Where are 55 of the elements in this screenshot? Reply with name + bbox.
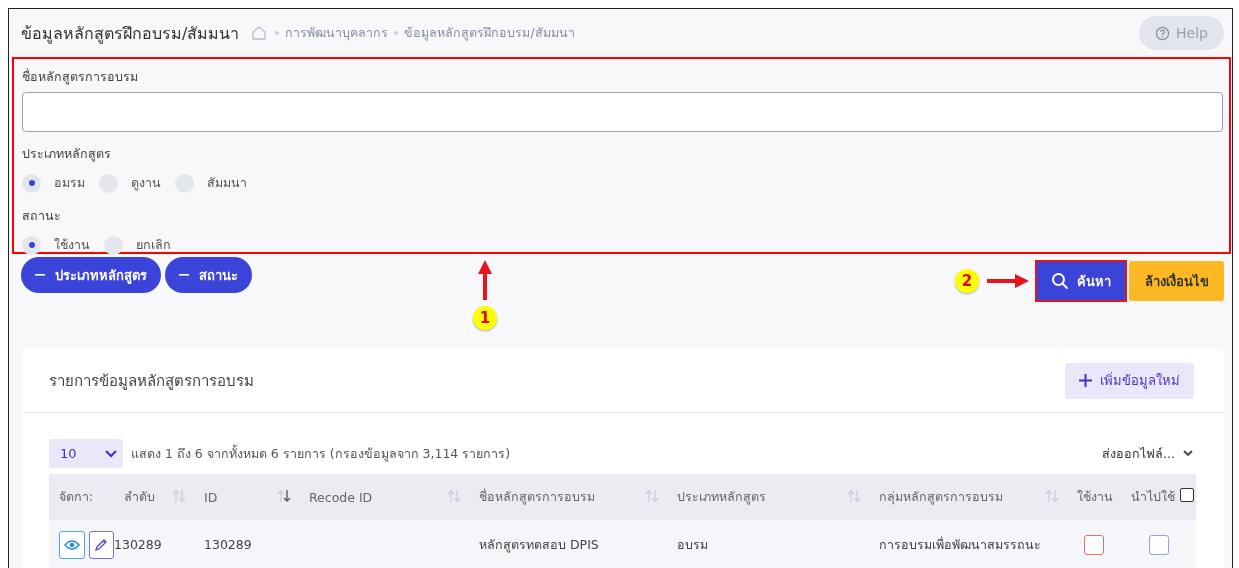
table-cell: อบรม <box>667 520 869 568</box>
edit-button[interactable] <box>88 530 114 559</box>
column-header: จัดกา: <box>49 474 114 520</box>
select-all-checkbox[interactable] <box>1180 488 1194 502</box>
chevron-down-icon <box>1183 450 1193 457</box>
column-header: นำไปใช้ <box>1121 474 1196 520</box>
radio-button[interactable] <box>22 235 41 255</box>
radio-label[interactable]: สัมมนา <box>207 173 247 193</box>
radio-label[interactable]: อมรม <box>54 173 85 193</box>
view-button[interactable] <box>59 530 85 559</box>
pencil-icon <box>94 537 109 552</box>
column-header[interactable]: ลำดับ <box>114 474 194 520</box>
plus-icon <box>1079 374 1092 387</box>
radio-button[interactable] <box>104 235 123 255</box>
field-label: ชื่อหลักสูตรการอบรม <box>22 67 139 87</box>
table-info: แสดง 1 ถึง 6 จากทั้งหมด 6 รายการ (กรองข้อมูลจาก 3,114 รายการ) <box>131 443 511 464</box>
export-dropdown[interactable]: ส่งออกไฟล์... <box>1096 442 1199 465</box>
page-size-select[interactable]: 10 <box>49 439 123 468</box>
table-cell: หลักสูตรทดสอบ DPIS <box>469 520 667 568</box>
arrow-icon <box>477 260 493 300</box>
field-label: สถานะ <box>22 207 62 225</box>
search-button[interactable]: ค้นหา <box>1035 260 1127 302</box>
column-header[interactable]: กลุ่มหลักสูตรการอบรม <box>869 474 1067 520</box>
column-header[interactable]: Recode ID <box>299 474 469 520</box>
add-button[interactable]: เพิ่มข้อมูลใหม่ <box>1065 362 1194 399</box>
radio-label[interactable]: ยกเลิก <box>136 235 171 255</box>
field-label: ประเภทหลักสูตร <box>22 145 112 164</box>
step-badge: 1 <box>473 306 497 330</box>
minus-icon <box>35 274 45 276</box>
active-checkbox[interactable] <box>1084 534 1104 555</box>
chevron-down-icon <box>105 449 117 458</box>
filter-chip[interactable]: ประเภทหลักสูตร <box>21 257 161 293</box>
help-icon <box>1155 25 1171 41</box>
eye-icon <box>63 538 80 551</box>
column-header[interactable]: ประเภทหลักสูตร <box>667 474 869 520</box>
search-icon <box>1051 272 1069 290</box>
column-header[interactable]: ID <box>194 474 299 520</box>
clear-button[interactable]: ล้างเงื่อนไข <box>1129 261 1224 301</box>
use-checkbox[interactable] <box>1148 534 1169 555</box>
minus-icon <box>179 274 189 276</box>
table-cell: 130289 <box>194 520 299 568</box>
radio-label[interactable]: ใช้งาน <box>54 235 90 255</box>
arrow-icon <box>987 273 1029 289</box>
column-header[interactable]: ชื่อหลักสูตรการอบรม <box>469 474 667 520</box>
course-name-field[interactable] <box>22 92 1223 132</box>
radio-label[interactable]: ดูงาน <box>131 173 161 193</box>
column-header: ใช้งาน <box>1067 474 1121 520</box>
step-badge: 2 <box>955 269 979 293</box>
filter-chip[interactable]: สถานะ <box>165 257 252 293</box>
radio-button[interactable] <box>22 173 41 193</box>
home-icon[interactable] <box>251 26 268 40</box>
card-title: รายการข้อมูลหลักสูตรการอบรม <box>49 370 254 392</box>
page-title: ข้อมูลหลักสูตรฝึกอบรม/สัมมนา <box>21 22 240 46</box>
table-cell: 130289 <box>114 520 194 568</box>
table-cell: การอบรมเพื่อพัฒนาสมรรถนะ <box>869 520 1067 568</box>
